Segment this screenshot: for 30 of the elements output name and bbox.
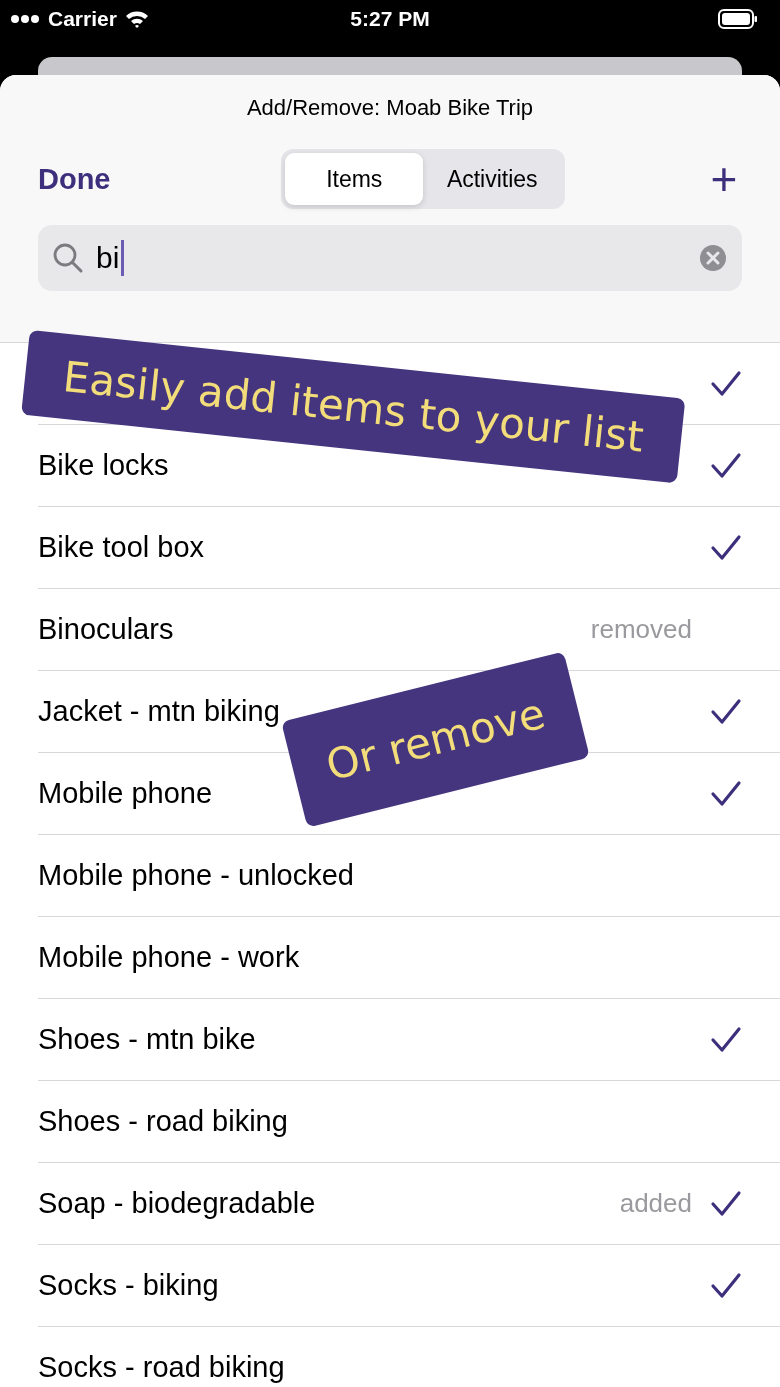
clear-icon[interactable] [698,243,728,273]
item-status: added [619,1188,692,1219]
search-text: bi [96,241,120,275]
battery-icon [718,9,758,29]
item-name: Soap - biodegradable [38,1187,316,1220]
sheet-title: Add/Remove: Moab Bike Trip [245,95,535,121]
carrier-name: Carrier [48,7,117,31]
clock-time: 5:27 PM [350,7,430,30]
search-icon [52,242,84,274]
item-name: Mobile phone - unlocked [38,859,354,892]
text-cursor [121,240,125,276]
item-name: Mobile phone - work [38,941,300,974]
item-name: Binoculars [38,613,174,646]
signal-icon [10,13,40,25]
segment-tab[interactable]: Items [285,153,424,205]
item-name: Socks - road biking [38,1351,285,1384]
promo-banner: Or remove [281,651,591,828]
search-field[interactable]: bi [38,225,742,291]
wifi-icon [124,10,149,28]
add-button[interactable]: + [706,159,742,199]
segment-tab[interactable]: Activities [423,153,562,205]
item-name: Shoes - road biking [38,1105,288,1138]
item-name: Mobile phone [38,777,213,810]
item-name: Bike tool box [38,531,205,564]
item-name: Bike locks [38,449,169,482]
done-button[interactable]: Done [38,162,111,196]
item-name: Socks - biking [38,1269,219,1302]
item-name: Jacket - mtn biking [38,695,280,728]
item-status: removed [590,614,692,645]
item-name: Shoes - mtn bike [38,1023,256,1056]
